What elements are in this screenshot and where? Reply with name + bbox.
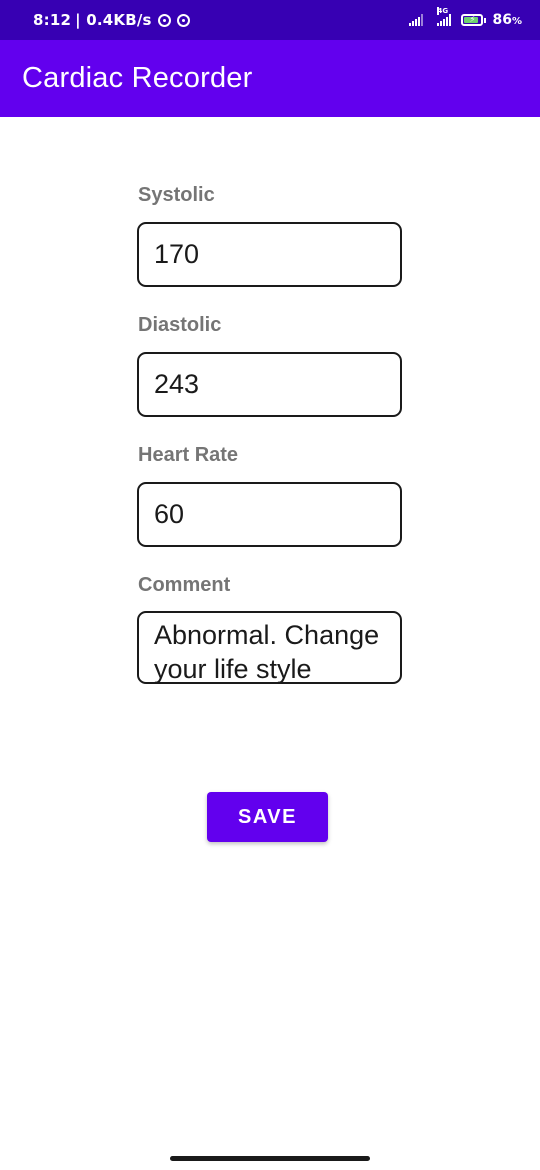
save-button[interactable]: SAVE [207, 792, 328, 842]
status-time: 8:12 [33, 11, 72, 29]
status-right: 4G ⚡ 86% [409, 7, 522, 28]
status-bar: 8:12 | 0.4KB/s 4G ⚡ 86% [0, 0, 540, 40]
battery-charging-icon: ⚡ [461, 14, 487, 26]
signal-4g-icon: 4G [437, 7, 452, 26]
comment-label: Comment [138, 574, 231, 596]
diastolic-label: Diastolic [138, 314, 222, 336]
heart-rate-input[interactable] [137, 482, 402, 547]
systolic-input[interactable] [137, 222, 402, 287]
diastolic-input[interactable] [137, 352, 402, 417]
home-indicator[interactable] [170, 1156, 370, 1161]
notification-ring-icon [176, 13, 190, 27]
app-bar: Cardiac Recorder [0, 40, 540, 117]
battery-percent: 86% [492, 12, 522, 28]
signal-icon [409, 14, 424, 26]
notification-ring-icon [157, 13, 171, 27]
heart-rate-label: Heart Rate [138, 444, 239, 466]
network-speed: | 0.4KB/s [75, 11, 152, 29]
systolic-label: Systolic [138, 184, 215, 206]
network-type-label: 4G [437, 7, 449, 15]
app-title: Cardiac Recorder [22, 62, 253, 94]
status-left: 8:12 | 0.4KB/s [33, 11, 190, 29]
comment-input[interactable]: Abnormal. Change your life style [137, 611, 402, 684]
